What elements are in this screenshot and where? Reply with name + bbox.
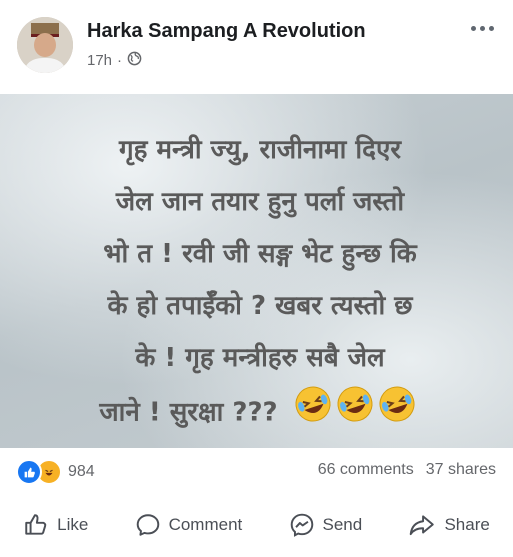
share-label: Share (444, 515, 490, 534)
post-text-line: जेल जान तयार हुनु पर्ला जस्तो (115, 187, 405, 217)
comments-count[interactable]: 66 comments (318, 461, 414, 479)
post-stats: 984 66 comments 37 shares (0, 452, 513, 490)
send-button[interactable]: Send (289, 512, 363, 538)
comment-icon (135, 512, 161, 538)
globe-icon (127, 51, 142, 70)
post-text-line: जाने ! सुरक्षा ??? (99, 397, 278, 428)
like-label: Like (57, 515, 89, 534)
send-label: Send (322, 515, 363, 534)
post-text-line: भो त ! रवी जी सङ्ग भेट हुन्छ कि (103, 239, 417, 269)
reaction-count: 984 (68, 463, 95, 480)
rofl-emoji-icon (337, 386, 373, 422)
engagement-counts: 66 comments 37 shares (318, 461, 496, 479)
post-image[interactable]: गृह मन्त्री ज्यु, राजीनामा दिएर जेल जान … (0, 94, 513, 448)
post-text: गृह मन्त्री ज्यु, राजीनामा दिएर जेल जान … (30, 124, 490, 442)
more-options-icon[interactable] (465, 16, 499, 40)
like-reaction-icon (16, 459, 42, 485)
post-text-line: के हो तपाईँको ? खबर त्यस्तो छ (107, 291, 413, 321)
share-icon (408, 512, 436, 538)
post-meta: 17h · (87, 51, 142, 70)
post-time[interactable]: 17h (87, 52, 112, 69)
shares-count[interactable]: 37 shares (426, 461, 496, 479)
post-header: Harka Sampang A Revolution 17h · (0, 0, 513, 94)
laughing-emoji-group (293, 384, 421, 442)
rofl-emoji-icon (295, 386, 331, 422)
comment-label: Comment (168, 515, 243, 534)
messenger-icon (289, 512, 315, 538)
post-text-line-last: जाने ! सुरक्षा ??? (30, 384, 490, 442)
avatar[interactable] (17, 17, 73, 73)
thumbs-up-icon (23, 512, 49, 538)
comment-button[interactable]: Comment (135, 512, 243, 538)
rofl-emoji-icon (379, 386, 415, 422)
share-button[interactable]: Share (408, 512, 490, 538)
post-actions: Like Comment Send Share (0, 500, 513, 550)
post-text-line: गृह मन्त्री ज्यु, राजीनामा दिएर (119, 135, 401, 165)
reactions-summary[interactable]: 984 (16, 459, 95, 485)
author-name[interactable]: Harka Sampang A Revolution (87, 20, 366, 43)
meta-separator: · (117, 52, 123, 69)
post-text-line: के ! गृह मन्त्रीहरु सबै जेल (135, 343, 385, 373)
like-button[interactable]: Like (23, 512, 88, 538)
